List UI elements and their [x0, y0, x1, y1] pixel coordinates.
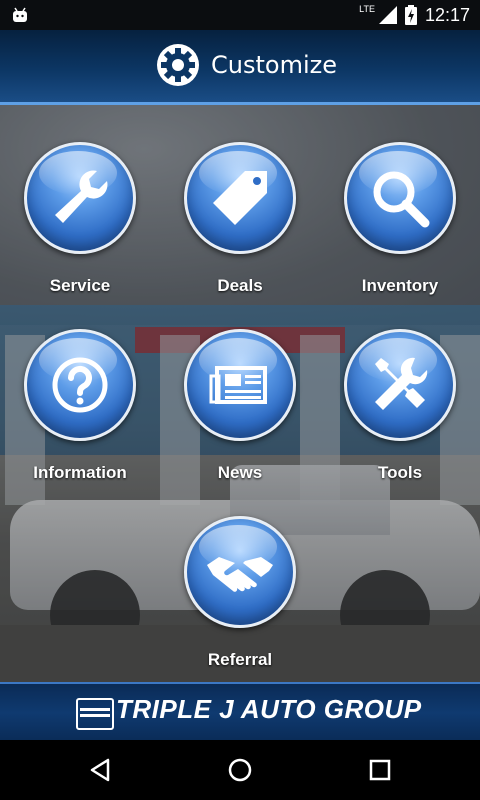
- back-icon[interactable]: [70, 750, 130, 790]
- tag-icon: [213, 171, 267, 225]
- service-label: Service: [49, 276, 111, 295]
- page-title: Customize: [211, 51, 337, 79]
- menu-referral[interactable]: Referral: [165, 516, 315, 670]
- menu-inventory[interactable]: Inventory: [325, 142, 475, 296]
- information-label: Information: [33, 463, 127, 482]
- deals-button[interactable]: [184, 142, 296, 254]
- clock: 12:17: [424, 4, 470, 25]
- menu-service[interactable]: Service: [5, 142, 155, 296]
- wrench-icon: [55, 170, 108, 223]
- menu-news[interactable]: News: [165, 329, 315, 483]
- android-notification-icon: [13, 7, 27, 22]
- information-button[interactable]: [24, 329, 136, 441]
- service-button[interactable]: [24, 142, 136, 254]
- referral-label: Referral: [207, 650, 273, 669]
- handshake-icon: [207, 557, 273, 592]
- inventory-label: Inventory: [361, 276, 439, 295]
- tools-label: Tools: [377, 463, 423, 482]
- app-header: Customize: [0, 30, 480, 105]
- menu-deals[interactable]: Deals: [165, 142, 315, 296]
- signal-icon: [378, 6, 397, 24]
- brand-logo-icon: [76, 698, 114, 730]
- tools-button[interactable]: [344, 329, 456, 441]
- battery-icon: [404, 5, 417, 25]
- brand-banner: TRIPLE J AUTO GROUP: [0, 682, 480, 742]
- newspaper-icon: [209, 366, 267, 404]
- recents-icon[interactable]: [350, 750, 410, 790]
- deals-label: Deals: [217, 276, 263, 295]
- referral-button[interactable]: [184, 516, 296, 628]
- status-bar: LTE 12:17: [0, 0, 480, 30]
- system-navigation-bar: [0, 740, 480, 800]
- inventory-button[interactable]: [344, 142, 456, 254]
- customize-button[interactable]: Customize: [155, 42, 337, 88]
- gear-icon: [157, 44, 199, 86]
- brand-name: TRIPLE J AUTO GROUP: [116, 694, 422, 724]
- tools-icon: [375, 357, 428, 410]
- menu-information[interactable]: Information: [5, 329, 155, 483]
- question-icon: [52, 357, 108, 413]
- news-label: News: [217, 463, 263, 482]
- network-type: LTE: [359, 4, 375, 14]
- menu-tools[interactable]: Tools: [325, 329, 475, 483]
- home-icon[interactable]: [210, 750, 270, 790]
- news-button[interactable]: [184, 329, 296, 441]
- magnifier-icon: [373, 171, 430, 228]
